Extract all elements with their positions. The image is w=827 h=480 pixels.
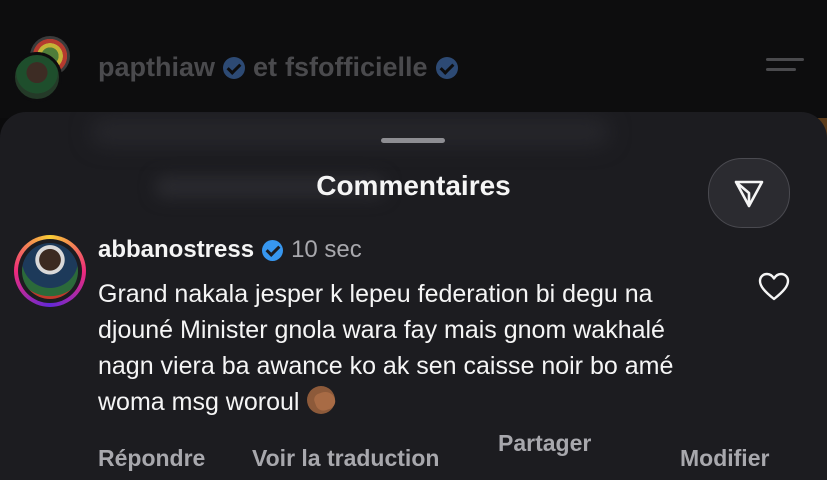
post-header: papthiaw et fsfofficielle bbox=[0, 0, 827, 118]
send-icon bbox=[734, 180, 764, 208]
share-comment-button[interactable]: Partager bbox=[498, 430, 591, 457]
author-username[interactable]: fsfofficielle bbox=[285, 52, 428, 83]
verified-badge-icon bbox=[262, 239, 284, 261]
reply-button[interactable]: Répondre bbox=[98, 445, 205, 472]
menu-icon[interactable] bbox=[766, 58, 804, 82]
translate-button[interactable]: Voir la traduction bbox=[252, 445, 439, 472]
sheet-title: Commentaires bbox=[316, 170, 511, 201]
author-connector: et bbox=[253, 52, 278, 82]
comment-text: Grand nakala jesper k lepeu federation b… bbox=[98, 280, 674, 416]
comment-timestamp: 10 sec bbox=[291, 236, 362, 263]
blurred-background-text bbox=[90, 118, 610, 146]
comment-header: abbanostress 10 sec bbox=[98, 236, 362, 264]
commenter-avatar[interactable] bbox=[14, 235, 86, 307]
post-authors: papthiaw et fsfofficielle bbox=[98, 52, 458, 83]
verified-badge-icon bbox=[435, 56, 458, 79]
face-palm-emoji-icon bbox=[305, 384, 338, 416]
comment-username[interactable]: abbanostress bbox=[98, 236, 254, 264]
comments-sheet: Commentaires abbanostress 10 sec Grand n… bbox=[0, 112, 827, 480]
sheet-drag-handle[interactable] bbox=[381, 138, 445, 143]
heart-icon[interactable] bbox=[758, 272, 790, 302]
collab-avatars[interactable] bbox=[12, 36, 70, 102]
menu-line bbox=[766, 58, 804, 61]
avatar bbox=[12, 52, 62, 102]
comment-text-block: Grand nakala jesper k lepeu federation b… bbox=[98, 276, 708, 420]
author-username[interactable]: papthiaw bbox=[98, 52, 215, 83]
menu-line bbox=[766, 68, 796, 71]
share-button[interactable] bbox=[708, 158, 790, 228]
avatar bbox=[22, 243, 78, 299]
verified-badge-icon bbox=[223, 56, 246, 79]
edit-button[interactable]: Modifier bbox=[680, 445, 769, 472]
